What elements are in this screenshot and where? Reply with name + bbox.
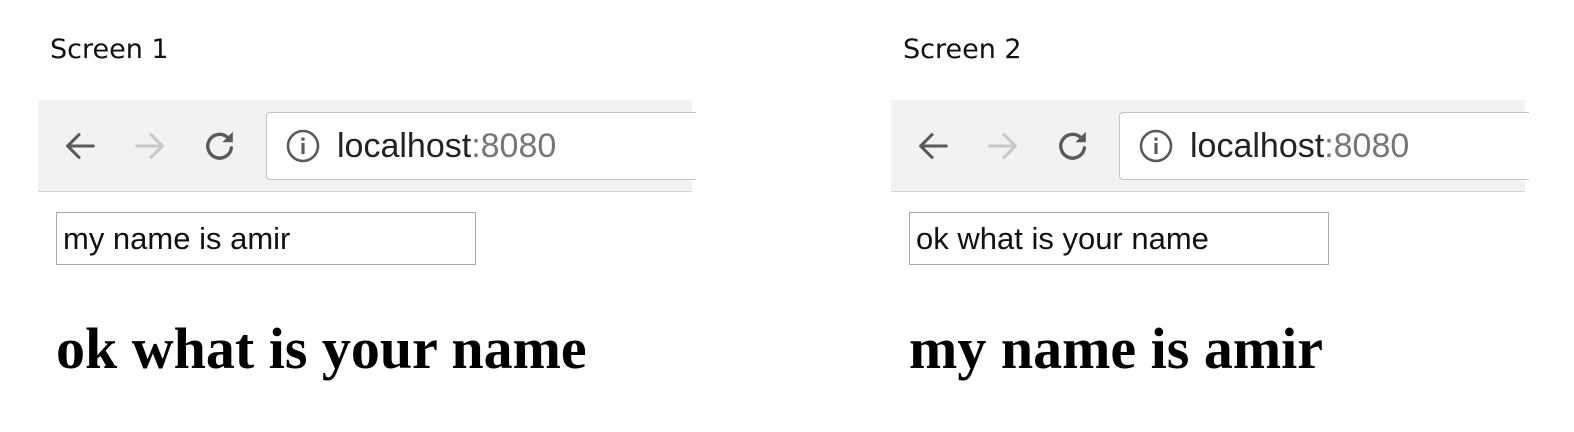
back-button[interactable]	[58, 124, 102, 168]
forward-button[interactable]	[981, 124, 1025, 168]
reload-icon	[206, 131, 234, 160]
url-text[interactable]: localhost:8080	[1190, 124, 1409, 168]
address-bar[interactable]: localhost:8080	[266, 112, 696, 180]
message-heading: ok what is your name	[56, 316, 587, 381]
browser-toolbar: localhost:8080	[38, 100, 696, 192]
back-arrow-icon	[66, 133, 95, 159]
screen-label: Screen 2	[903, 34, 1022, 65]
url-port: :8080	[471, 127, 557, 165]
url-host: localhost	[337, 127, 472, 165]
back-arrow-icon	[919, 133, 948, 159]
forward-arrow-icon	[988, 133, 1017, 159]
screen-label: Screen 1	[50, 34, 169, 65]
url-host: localhost	[1190, 127, 1325, 165]
forward-arrow-icon	[135, 133, 164, 159]
reload-icon	[1059, 131, 1087, 160]
info-icon[interactable]	[1138, 128, 1174, 164]
url-text[interactable]: localhost:8080	[337, 124, 556, 168]
address-bar[interactable]: localhost:8080	[1119, 112, 1529, 180]
screen-1-panel: Screen 1 localhost:8080 my name is amir …	[38, 0, 696, 432]
message-input[interactable]	[909, 212, 1329, 265]
browser-toolbar: localhost:8080	[891, 100, 1529, 192]
url-port: :8080	[1324, 127, 1410, 165]
forward-button[interactable]	[128, 124, 172, 168]
screen-2-panel: Screen 2 localhost:8080 ok what is your …	[891, 0, 1529, 432]
reload-button[interactable]	[1051, 124, 1095, 168]
message-heading: my name is amir	[909, 316, 1323, 381]
back-button[interactable]	[911, 124, 955, 168]
info-icon[interactable]	[285, 128, 321, 164]
reload-button[interactable]	[198, 124, 242, 168]
message-input[interactable]	[56, 212, 476, 265]
